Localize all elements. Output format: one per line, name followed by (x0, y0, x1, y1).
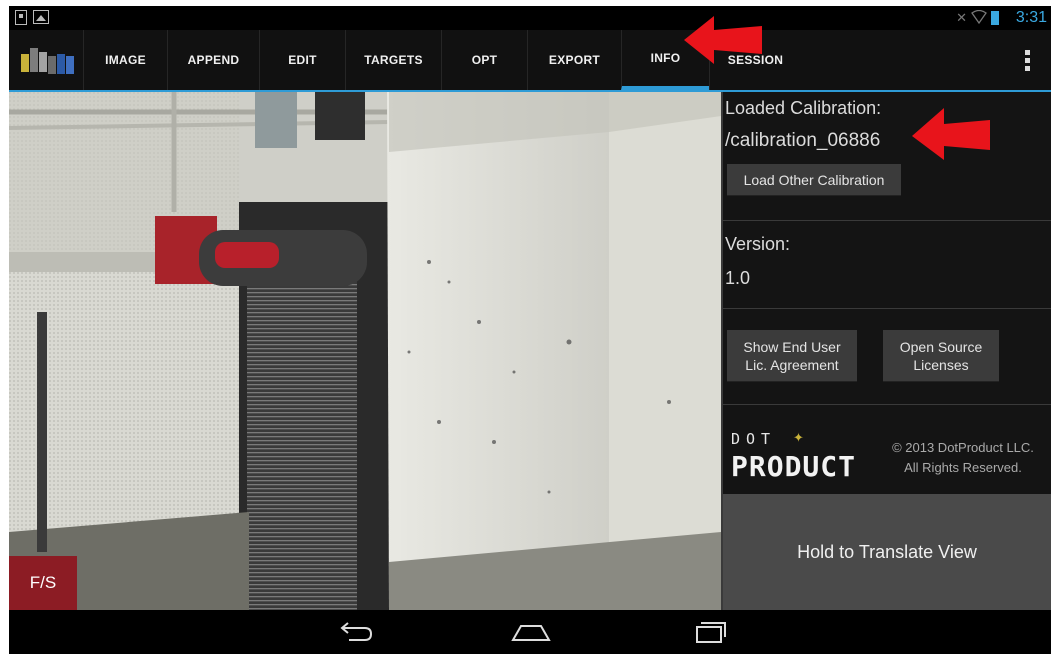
eula-label-line2: Lic. Agreement (745, 356, 839, 373)
brand-sparkle-icon: ✦ (793, 430, 804, 445)
dotproduct-logo: DOT ✦ PRODUCT (731, 430, 871, 483)
annotation-arrow-info-tab (684, 16, 762, 64)
brand-logo-top: DOT (731, 430, 777, 448)
show-eula-button[interactable]: Show End User Lic. Agreement (727, 330, 857, 382)
tab-export[interactable]: EXPORT (527, 30, 621, 90)
app-logo-icon (21, 48, 75, 78)
copyright-text: © 2013 DotProduct LLC. All Rights Reserv… (875, 438, 1051, 478)
annotation-arrow-calibration (912, 108, 990, 160)
recent-apps-icon[interactable] (689, 618, 729, 646)
tablet-screen: ✕ 3:31 IMAGE APPEND EDIT TARGETS OPT EXP… (9, 6, 1051, 654)
info-panel: Loaded Calibration: /calibration_06886 L… (721, 92, 1051, 610)
notification-icon (15, 10, 27, 25)
copyright-line1: © 2013 DotProduct LLC. (892, 440, 1034, 455)
status-clock: 3:31 (1015, 9, 1047, 26)
oss-label-line1: Open Source (899, 338, 983, 355)
divider (723, 220, 1051, 221)
fullscreen-button[interactable]: F/S (9, 556, 77, 610)
wifi-icon (971, 10, 987, 24)
mute-icon: ✕ (956, 10, 967, 25)
battery-icon (991, 11, 999, 25)
navigation-bar (9, 610, 1051, 654)
overflow-menu-icon[interactable] (1025, 50, 1031, 74)
tab-targets[interactable]: TARGETS (345, 30, 441, 90)
tab-opt[interactable]: OPT (441, 30, 527, 90)
oss-label-line2: Licenses (913, 356, 969, 373)
divider (723, 404, 1051, 405)
tab-image[interactable]: IMAGE (83, 30, 167, 90)
action-bar: IMAGE APPEND EDIT TARGETS OPT EXPORT INF… (9, 30, 1051, 92)
home-icon[interactable] (509, 618, 553, 646)
point-cloud-viewport[interactable]: F/S (9, 92, 721, 610)
translate-view-button[interactable]: Hold to Translate View (723, 494, 1051, 610)
load-other-calibration-button[interactable]: Load Other Calibration (727, 164, 901, 196)
divider (723, 308, 1051, 309)
tab-append[interactable]: APPEND (167, 30, 259, 90)
version-label: Version: (725, 234, 791, 254)
image-notification-icon (33, 10, 49, 24)
calibration-label: Loaded Calibration: (725, 98, 882, 118)
calibration-value: /calibration_06886 (725, 130, 881, 151)
open-source-licenses-button[interactable]: Open Source Licenses (883, 330, 999, 382)
brand-logo-bottom: PRODUCT (731, 450, 857, 483)
copyright-line2: All Rights Reserved. (904, 460, 1022, 475)
version-value: 1.0 (725, 268, 751, 288)
tab-edit[interactable]: EDIT (259, 30, 345, 90)
status-bar: ✕ 3:31 (9, 6, 1051, 30)
point-cloud-scene (9, 92, 721, 610)
back-icon[interactable] (335, 618, 375, 646)
eula-label-line1: Show End User (743, 338, 841, 355)
